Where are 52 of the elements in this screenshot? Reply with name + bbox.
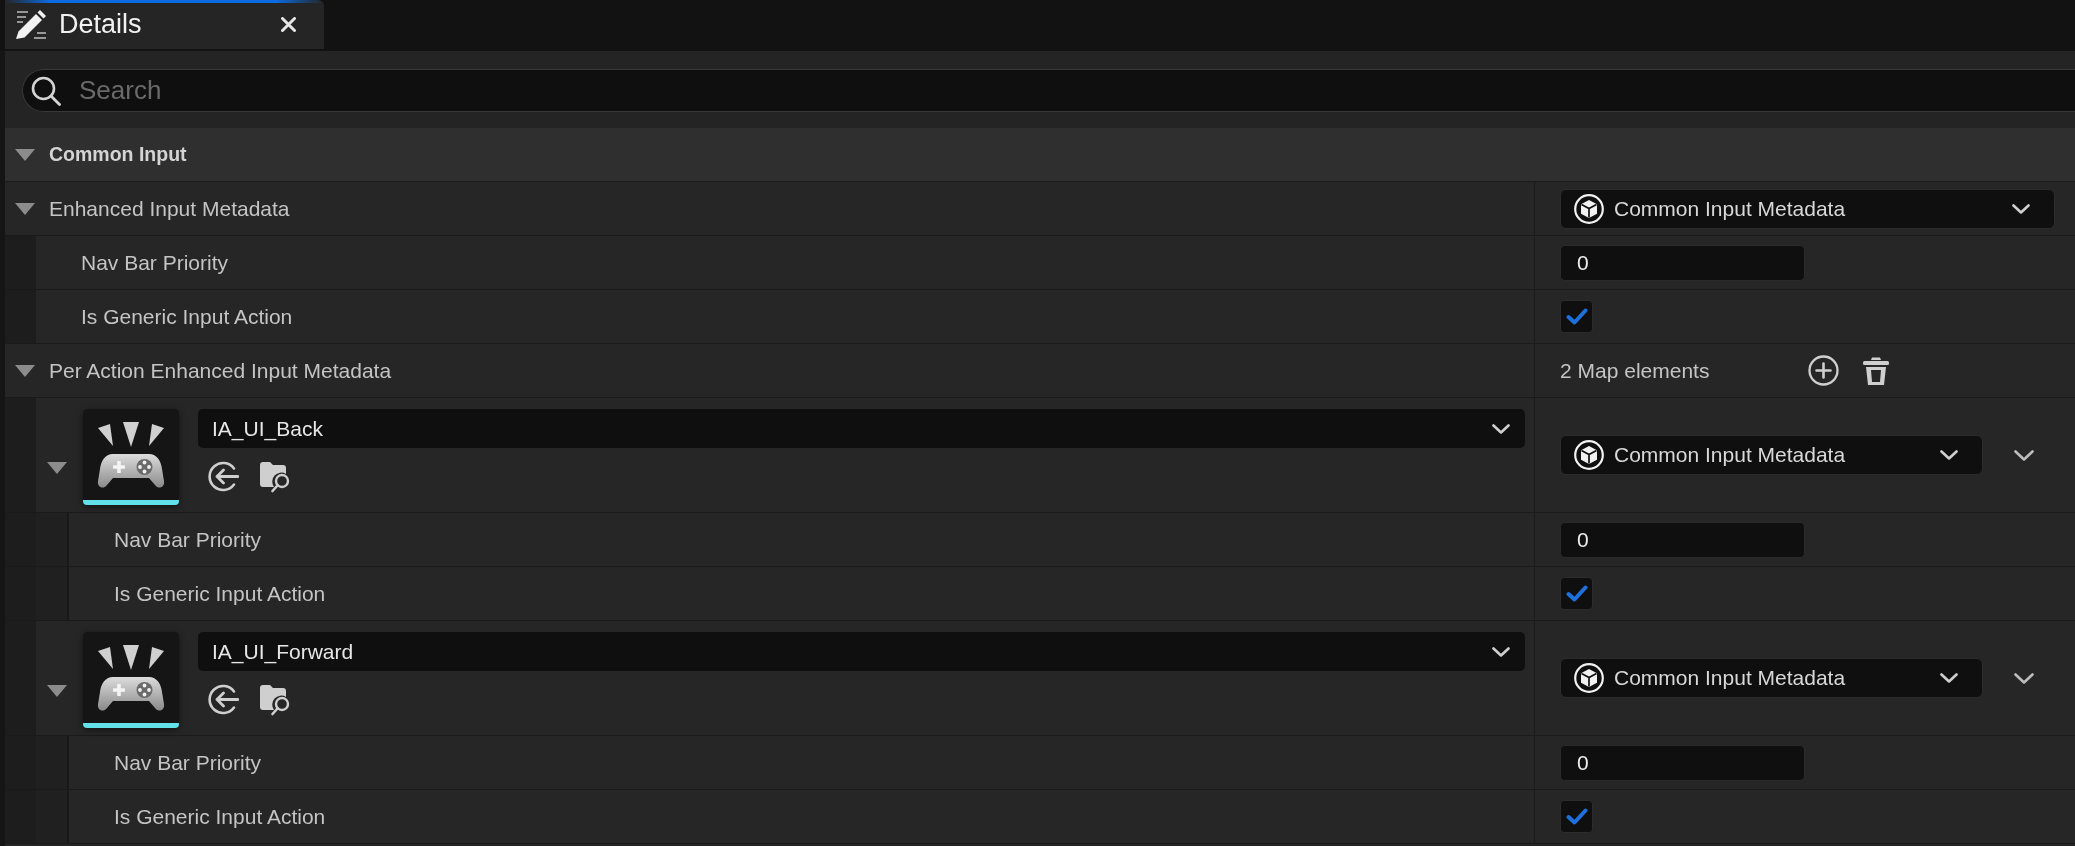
property-label: Is Generic Input Action xyxy=(114,581,326,606)
number-field[interactable]: 0 xyxy=(1560,244,1805,281)
cube-icon xyxy=(1574,193,1604,224)
chevron-icon xyxy=(1940,673,1958,683)
cube-icon xyxy=(1574,440,1604,470)
caret-icon[interactable] xyxy=(15,202,35,215)
gamepad-icon xyxy=(83,632,179,728)
search-icon xyxy=(31,75,61,106)
class-dropdown[interactable]: Common Input Metadata xyxy=(1560,435,1983,475)
category-label: Common Input xyxy=(49,143,187,166)
chevron-icon[interactable] xyxy=(2014,672,2034,684)
chevron-icon xyxy=(1492,646,1510,657)
trash-icon[interactable] xyxy=(1862,355,1891,386)
map-count: 2 Map elements xyxy=(1560,358,1710,383)
caret-icon[interactable] xyxy=(15,148,35,161)
gamepad-icon xyxy=(83,409,179,505)
property-label: Nav Bar Priority xyxy=(81,250,229,275)
folder-search-icon[interactable] xyxy=(259,460,292,493)
arrow-left-circle-icon[interactable] xyxy=(208,683,239,716)
chevron-icon[interactable] xyxy=(2014,449,2034,461)
add-icon[interactable] xyxy=(1808,355,1840,386)
class-dropdown[interactable]: Common Input Metadata xyxy=(1560,658,1983,698)
cube-icon xyxy=(1574,663,1604,693)
asset-dropdown[interactable]: IA_UI_Forward xyxy=(198,632,1525,671)
check-icon xyxy=(1565,808,1588,825)
close-icon[interactable] xyxy=(281,17,296,32)
property-label: Nav Bar Priority xyxy=(114,750,262,775)
chevron-icon xyxy=(2012,203,2030,214)
property-label: Is Generic Input Action xyxy=(81,304,293,329)
checkbox[interactable] xyxy=(1560,800,1593,833)
property-label: Is Generic Input Action xyxy=(114,804,326,829)
caret-icon[interactable] xyxy=(15,364,35,377)
pencil-icon xyxy=(15,9,46,40)
number-field[interactable]: 0 xyxy=(1560,521,1805,558)
checkbox[interactable] xyxy=(1560,577,1593,610)
check-icon xyxy=(1565,585,1588,602)
arrow-left-circle-icon[interactable] xyxy=(208,460,239,493)
number-field[interactable]: 0 xyxy=(1560,744,1805,781)
folder-search-icon[interactable] xyxy=(259,683,292,716)
caret-icon[interactable] xyxy=(47,462,67,474)
checkbox[interactable] xyxy=(1560,300,1593,333)
caret-icon[interactable] xyxy=(47,685,67,697)
details-tab[interactable]: Details xyxy=(5,0,324,49)
class-dropdown[interactable]: Common Input Metadata xyxy=(1560,188,2055,229)
chevron-icon xyxy=(1492,423,1510,434)
asset-dropdown[interactable]: IA_UI_Back xyxy=(198,409,1525,448)
property-label: Per Action Enhanced Input Metadata xyxy=(49,358,392,383)
check-icon xyxy=(1565,308,1588,325)
chevron-icon xyxy=(1940,450,1958,460)
property-label: Enhanced Input Metadata xyxy=(49,196,290,221)
property-label: Nav Bar Priority xyxy=(114,527,262,552)
search-field[interactable]: Search xyxy=(22,69,2075,112)
